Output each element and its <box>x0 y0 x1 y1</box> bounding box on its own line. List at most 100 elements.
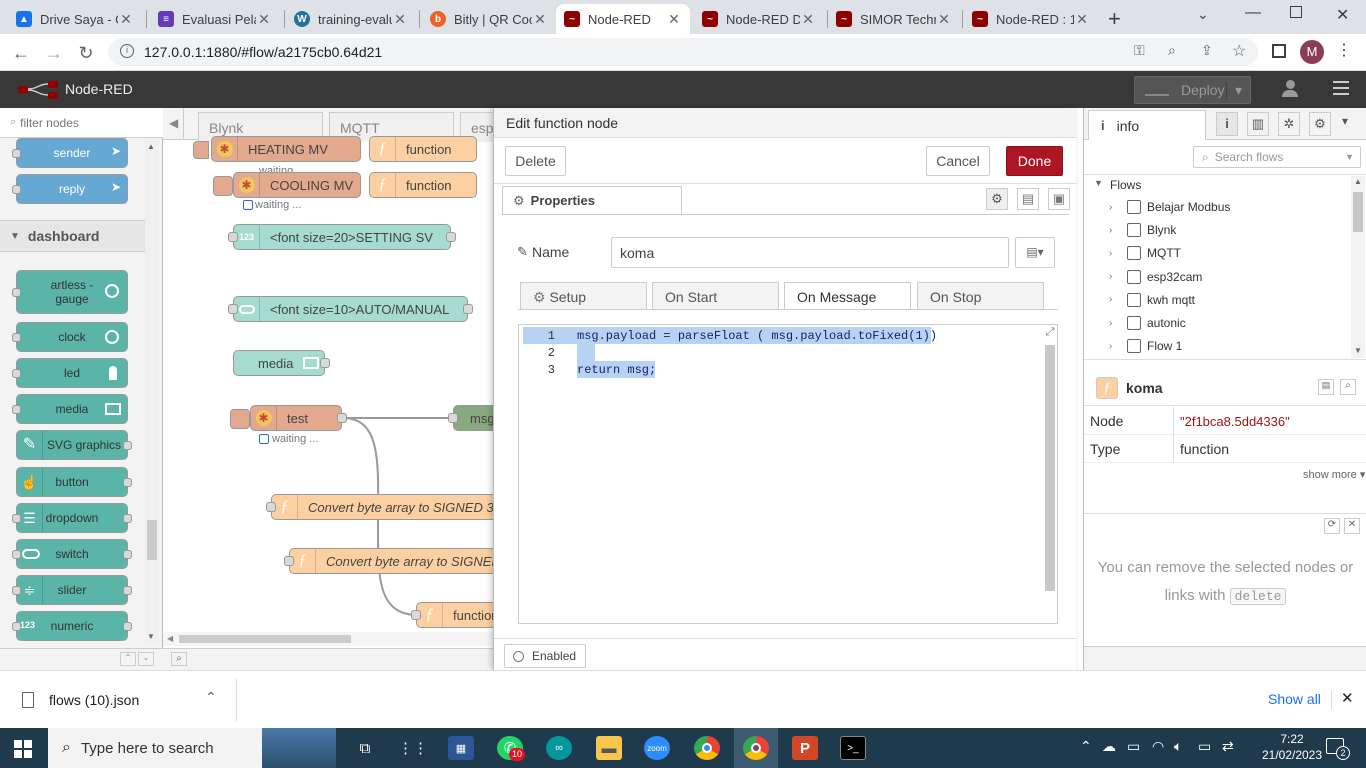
tab-on-start[interactable]: On Start <box>652 282 779 310</box>
site-info-icon[interactable]: i <box>120 44 134 58</box>
browser-tab[interactable]: ~ SIMOR Techn ✕ <box>828 4 960 34</box>
close-tab-icon[interactable]: ✕ <box>666 11 682 28</box>
done-button[interactable]: Done <box>1006 146 1063 176</box>
flow-item[interactable]: › esp32cam <box>1109 269 1202 284</box>
bug-icon[interactable]: ✲ <box>1278 112 1300 136</box>
new-tab-icon[interactable]: + <box>1108 6 1121 32</box>
palette-node-svg-graphics[interactable]: ✎ SVG graphics <box>16 430 132 460</box>
language-icon[interactable]: ⇄ <box>1222 738 1234 755</box>
close-tab-icon[interactable]: ✕ <box>118 11 134 28</box>
user-icon[interactable] <box>1282 80 1298 98</box>
zoom-icon[interactable]: ⌕ <box>1168 42 1176 59</box>
palette-node-button[interactable]: ☝ button <box>16 467 132 497</box>
flow-item[interactable]: › autonic <box>1109 316 1186 330</box>
palette-scroll-thumb[interactable] <box>147 520 157 560</box>
flow-item[interactable]: › kwh mqtt <box>1109 292 1195 307</box>
url-input[interactable]: i 127.0.0.1:1880/#flow/a2175cb0.64d21 ⚿ … <box>108 38 1258 66</box>
tab-on-message[interactable]: On Message <box>784 282 911 310</box>
scroll-up-icon[interactable]: ▲ <box>1354 177 1362 186</box>
cancel-button[interactable]: Cancel <box>926 146 990 176</box>
browser-tab[interactable]: b Bitly | QR Coc ✕ <box>422 4 556 34</box>
volume-icon[interactable]: 🔈︎ <box>1174 738 1182 755</box>
filter-nodes-input[interactable]: ⌕ <box>0 108 163 138</box>
search-icon[interactable]: ⌕ <box>171 652 187 666</box>
bookmark-star-icon[interactable]: ☆ <box>1232 41 1246 61</box>
palette-scrollbar[interactable]: ▲ ▼ <box>145 138 159 644</box>
tab-properties[interactable]: ⚙ Properties <box>502 186 682 215</box>
refresh-icon[interactable]: ⟳ <box>1324 518 1340 534</box>
flow-item[interactable]: › MQTT <box>1109 246 1181 261</box>
battery-icon[interactable]: ▭ <box>1198 738 1211 755</box>
appearance-icon[interactable]: ▣ <box>1048 188 1070 210</box>
expand-editor-icon[interactable]: ⤢ <box>1043 327 1057 341</box>
palette-node-slider[interactable]: ≑ slider <box>12 575 132 605</box>
scroll-up-icon[interactable]: ▲ <box>147 142 155 151</box>
flow-item[interactable]: › Flow 1 <box>1109 339 1182 354</box>
reload-icon[interactable]: ↻ <box>73 40 99 66</box>
palette-node-media[interactable]: media <box>12 394 128 424</box>
flows-scrollbar[interactable]: ▲ ▼ <box>1351 176 1365 358</box>
delete-button[interactable]: Delete <box>505 146 566 176</box>
zoom-icon[interactable]: zoom <box>644 736 670 760</box>
convert-signed-node[interactable]: ƒ Convert byte array to SIGNED <box>289 548 493 574</box>
search-flows-input[interactable]: ⌕ Search flows ▼ <box>1193 146 1361 168</box>
scroll-down-icon[interactable]: ▼ <box>147 632 155 641</box>
media-node[interactable]: media <box>233 350 325 376</box>
setting-sv-node[interactable]: 123 <font size=20>SETTING SV <box>233 224 451 250</box>
flow-item[interactable]: › Belajar Modbus <box>1109 200 1230 214</box>
palette-node-switch[interactable]: switch <box>12 539 132 569</box>
terminal-icon[interactable]: >_ <box>840 736 866 760</box>
function-node[interactable]: ƒ function <box>369 172 477 198</box>
show-more-link[interactable]: show more ▾ <box>1303 468 1365 481</box>
workspace-scroll-thumb[interactable] <box>179 635 351 643</box>
editor-scrollbar-thumb[interactable] <box>1045 345 1055 591</box>
inject-button[interactable] <box>193 141 209 159</box>
enabled-toggle[interactable]: Enabled <box>504 644 586 668</box>
test-node[interactable]: ✱ test <box>250 405 342 431</box>
close-tab-icon[interactable]: ✕ <box>532 11 548 28</box>
sidebar-menu-chevron-icon[interactable]: ▾ <box>1342 114 1348 128</box>
function-node[interactable]: ƒ function <box>369 136 477 162</box>
inject-button[interactable] <box>230 409 250 429</box>
palette-node-gauge[interactable]: artless - gauge <box>12 270 128 314</box>
name-input[interactable] <box>611 237 1009 268</box>
palette-node-led[interactable]: led <box>12 358 128 388</box>
back-icon[interactable]: ← <box>8 40 34 66</box>
tab-info[interactable]: i info <box>1088 110 1206 140</box>
palette-node-clock[interactable]: clock <box>12 322 128 352</box>
convert-signed32-node[interactable]: ƒ Convert byte array to SIGNED 32 <box>271 494 493 520</box>
close-tab-icon[interactable]: ✕ <box>392 11 408 28</box>
deploy-button[interactable]: Deploy ▾ <box>1134 76 1251 104</box>
side-panel-icon[interactable] <box>1272 44 1286 58</box>
deploy-dropdown-icon[interactable]: ▾ <box>1226 81 1250 99</box>
minimize-icon[interactable]: — <box>1245 4 1261 22</box>
code-editor[interactable]: 1 msg.payload = parseFloat ( msg.payload… <box>518 324 1058 624</box>
close-tab-icon[interactable]: ✕ <box>256 11 272 28</box>
book-icon[interactable]: ▤ <box>1318 379 1334 395</box>
collapse-all-icon[interactable]: ⌃ <box>120 652 136 666</box>
book-icon[interactable]: ▥ <box>1247 112 1269 136</box>
task-view-icon[interactable]: ⧉ <box>352 736 378 760</box>
file-explorer-icon[interactable]: ▬ <box>596 736 622 760</box>
close-icon[interactable]: ✕ <box>1344 518 1360 534</box>
chevron-right-icon[interactable]: › <box>1109 294 1123 305</box>
chevron-right-icon[interactable]: › <box>1109 202 1123 213</box>
forward-icon[interactable]: → <box>41 40 67 66</box>
browser-tab[interactable]: ~ Node-RED Da✕ <box>694 4 824 34</box>
chrome-menu-icon[interactable]: ⋮ <box>1336 40 1352 60</box>
scroll-left-icon[interactable]: ◀ <box>167 634 173 643</box>
share-icon[interactable]: ⇪ <box>1201 42 1213 59</box>
profile-avatar[interactable]: M <box>1300 40 1324 64</box>
settings-gear-icon[interactable]: ⚙ <box>986 188 1008 210</box>
chevron-up-icon[interactable]: ⌃ <box>205 689 217 706</box>
auto-manual-node[interactable]: <font size=10>AUTO/MANUAL <box>233 296 468 322</box>
expand-all-icon[interactable]: ⌄ <box>138 652 154 666</box>
palette-category-dashboard[interactable]: ▼ dashboard <box>0 220 150 252</box>
flow-workspace[interactable]: ◀ Blynk MQTT esp ✱ HEATING MV ƒ function… <box>163 108 493 670</box>
monitor-icon[interactable]: ▭ <box>1127 738 1140 755</box>
chrome-profile-icon[interactable] <box>743 736 769 760</box>
inject-button[interactable] <box>213 176 233 196</box>
palette-node-dropdown[interactable]: ☰ dropdown <box>12 503 132 533</box>
arduino-icon[interactable]: ∞ <box>546 736 572 760</box>
chevron-right-icon[interactable]: › <box>1109 341 1123 352</box>
